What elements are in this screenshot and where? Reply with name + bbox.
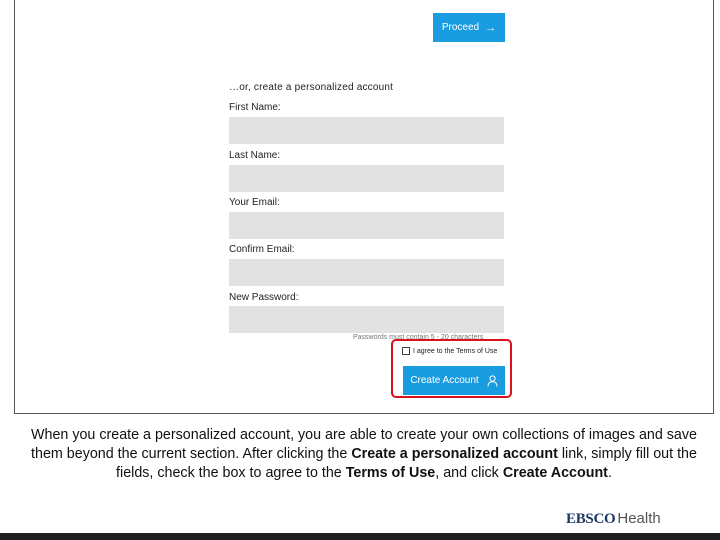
email-label: Your Email: [229,197,280,208]
first-name-field[interactable] [229,117,504,144]
last-name-field[interactable] [229,165,504,192]
terms-agreement[interactable]: I agree to the Terms of Use [402,347,497,355]
last-name-label: Last Name: [229,150,281,161]
caption-bold-3: Create Account [502,465,608,481]
footer-bar [0,533,720,540]
proceed-label: Proceed [441,22,480,33]
caption-bold-2: Terms of Use [345,465,436,481]
user-icon [487,374,498,387]
create-account-heading: …or, create a personalized account [229,82,394,93]
terms-label: I agree to the Terms of Use [413,347,498,355]
arrow-right-icon: → [485,21,497,34]
email-field[interactable] [229,212,504,239]
confirm-email-label: Confirm Email: [229,244,295,255]
new-password-field[interactable] [229,306,504,333]
create-account-label: Create Account [410,375,479,386]
create-account-button[interactable]: Create Account [403,366,505,395]
confirm-email-field[interactable] [229,259,504,286]
terms-checkbox[interactable] [402,347,410,355]
caption-text-3: , and click [435,465,503,481]
logo-health-text: Health [617,510,661,527]
ebsco-health-logo: EBSCO Health [566,510,661,528]
first-name-label: First Name: [229,102,281,113]
caption: When you create a personalized account, … [16,426,712,483]
screenshot-panel: Proceed → …or, create a personalized acc… [14,0,714,414]
caption-text-4: . [607,465,612,481]
caption-bold-1: Create a personalized account [351,446,558,462]
proceed-button[interactable]: Proceed → [433,13,505,42]
new-password-label: New Password: [229,292,299,303]
logo-ebsco-text: EBSCO [566,511,616,527]
